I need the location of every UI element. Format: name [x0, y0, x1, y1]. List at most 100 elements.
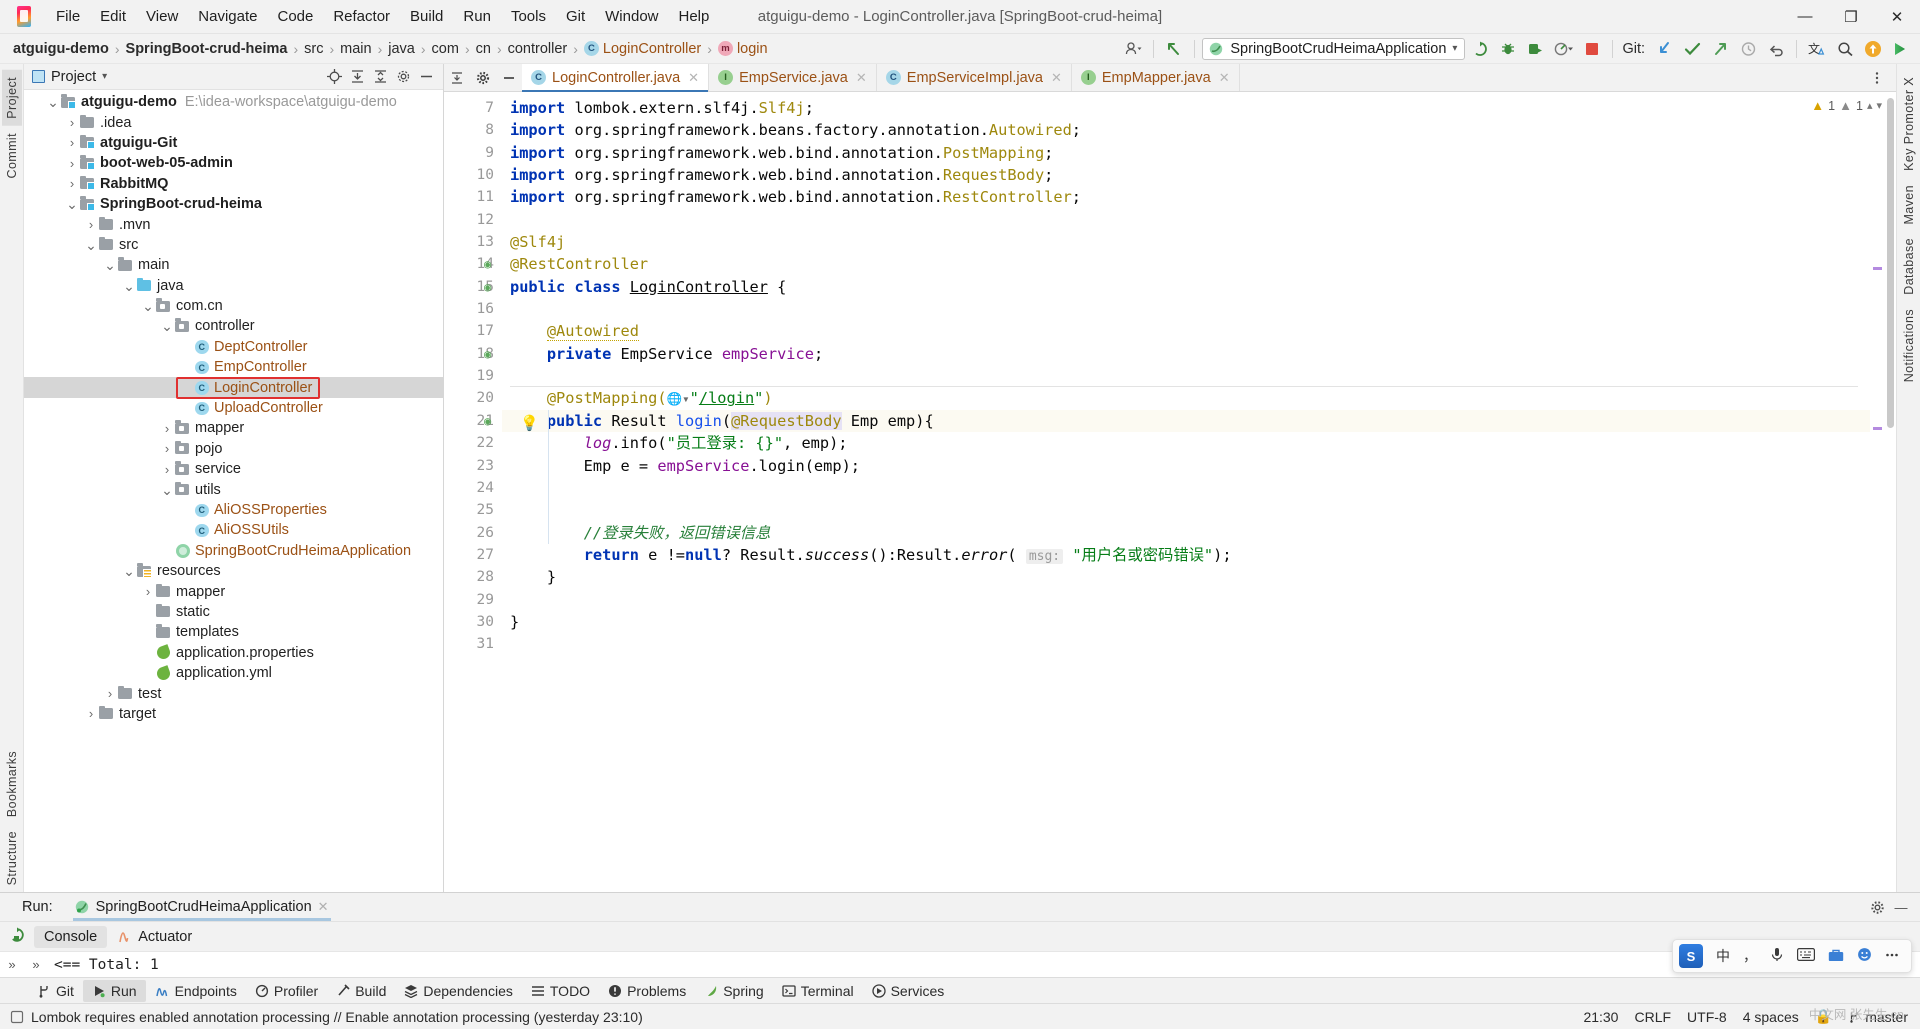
ime-mode-label[interactable]: 中: [1716, 946, 1730, 966]
tree-node-atguigu-git[interactable]: › atguigu-Git: [24, 133, 443, 153]
breadcrumb-controller[interactable]: controller: [505, 39, 571, 59]
tw-dependencies[interactable]: Dependencies: [395, 980, 522, 1002]
tree-expand-arrow[interactable]: ›: [103, 686, 117, 701]
breadcrumb-method[interactable]: m login: [715, 39, 771, 59]
code-line-25[interactable]: [502, 499, 1870, 521]
breadcrumb-src[interactable]: src: [301, 39, 326, 59]
tree-node-controller[interactable]: ⌄ controller: [24, 316, 443, 336]
menu-view[interactable]: View: [136, 4, 188, 29]
expand-chevron-icon-2[interactable]: »: [24, 957, 48, 972]
tree-expand-arrow[interactable]: ⌄: [103, 258, 117, 272]
rail-tab-notifications[interactable]: Notifications: [1899, 302, 1919, 389]
settings-gear-icon[interactable]: [470, 64, 496, 91]
tree-node-aliossproperties[interactable]: C AliOSSProperties: [24, 500, 443, 520]
code-line-9[interactable]: import org.springframework.web.bind.anno…: [502, 142, 1870, 164]
gutter-line-26[interactable]: 26: [444, 522, 502, 544]
tree-node-deptcontroller[interactable]: C DeptController: [24, 337, 443, 357]
menu-bar[interactable]: File Edit View Navigate Code Refactor Bu…: [46, 4, 719, 29]
menu-run[interactable]: Run: [453, 4, 501, 29]
tw-spring[interactable]: Spring: [695, 980, 772, 1002]
tree-node-application-yml[interactable]: application.yml: [24, 663, 443, 683]
tree-node-src[interactable]: ⌄ src: [24, 235, 443, 255]
gutter-line-18[interactable]: 18 ◉: [444, 343, 502, 365]
hide-panel-icon[interactable]: —: [1890, 897, 1912, 917]
tree-node-pojo[interactable]: › pojo: [24, 439, 443, 459]
gutter-line-14[interactable]: 14 ◉: [444, 253, 502, 275]
collapse-all-icon[interactable]: [346, 67, 368, 87]
updates-icon[interactable]: [1860, 37, 1886, 61]
tree-node-java[interactable]: ⌄ java: [24, 276, 443, 296]
tree-node-logincontroller[interactable]: C LoginController: [24, 377, 443, 398]
menu-edit[interactable]: Edit: [90, 4, 136, 29]
gutter-line-16[interactable]: 16: [444, 298, 502, 320]
code-line-11[interactable]: import org.springframework.web.bind.anno…: [502, 186, 1870, 208]
gutter-line-30[interactable]: 30: [444, 611, 502, 633]
tw-terminal[interactable]: Terminal: [773, 980, 863, 1002]
code-line-20[interactable]: @PostMapping(🌐▾"/login"): [502, 387, 1870, 409]
editor-tab-empserviceimpl[interactable]: C EmpServiceImpl.java ✕: [876, 64, 1072, 91]
tree-node--mvn[interactable]: › .mvn: [24, 214, 443, 234]
inspection-widget[interactable]: ▲ 1 ▲ 1 ▴ ▾: [1811, 98, 1882, 113]
menu-build[interactable]: Build: [400, 4, 453, 29]
tab-console[interactable]: Console: [34, 925, 108, 948]
close-icon[interactable]: ✕: [1219, 70, 1230, 86]
code-line-12[interactable]: [502, 209, 1870, 231]
settings-icon[interactable]: [1866, 897, 1888, 917]
tree-expand-arrow[interactable]: ›: [160, 421, 174, 436]
profiler-icon[interactable]: [1551, 37, 1577, 61]
tw-run[interactable]: Run: [82, 979, 146, 1002]
console-output[interactable]: » » <== Total: 1: [0, 951, 1920, 977]
tw-profiler[interactable]: Profiler: [246, 980, 327, 1002]
tree-node-utils[interactable]: ⌄ utils: [24, 479, 443, 499]
code-line-17[interactable]: @Autowired: [502, 320, 1870, 342]
maximize-button[interactable]: ❐: [1828, 0, 1874, 34]
tree-node-target[interactable]: › target: [24, 704, 443, 724]
feature-trainer-icon[interactable]: [1888, 37, 1914, 61]
tree-node-templates[interactable]: templates: [24, 622, 443, 642]
editor-tabs[interactable]: C LoginController.java ✕ I EmpService.java ✕ C…: [522, 64, 1240, 92]
tree-node--idea[interactable]: › .idea: [24, 112, 443, 132]
search-icon[interactable]: [1832, 37, 1858, 61]
editor-tab-empmapper[interactable]: I EmpMapper.java ✕: [1071, 64, 1240, 91]
mic-icon[interactable]: [1770, 947, 1784, 965]
gutter-line-22[interactable]: 22: [444, 432, 502, 454]
rerun-icon[interactable]: [0, 927, 34, 946]
settings-icon[interactable]: [392, 67, 414, 87]
tree-node-resources[interactable]: ⌄ resources: [24, 561, 443, 581]
ime-floating-bar[interactable]: S 中 ，: [1672, 939, 1912, 973]
tree-node-rabbitmq[interactable]: › RabbitMQ: [24, 174, 443, 194]
gutter-line-9[interactable]: 9: [444, 142, 502, 164]
tree-expand-arrow[interactable]: ›: [65, 176, 79, 191]
breadcrumb-main[interactable]: main: [337, 39, 374, 59]
run-config-tab[interactable]: SpringBootCrudHeimaApplication ✕: [67, 896, 337, 921]
git-push-icon[interactable]: [1707, 37, 1733, 61]
gutter-line-27[interactable]: 27: [444, 544, 502, 566]
rail-tab-structure[interactable]: Structure: [2, 824, 22, 892]
breadcrumb-cn[interactable]: cn: [473, 39, 494, 59]
gutter-line-25[interactable]: 25: [444, 499, 502, 521]
code-line-23[interactable]: Emp e = empService.login(emp);: [502, 455, 1870, 477]
close-icon[interactable]: ✕: [1051, 70, 1062, 86]
code-line-26[interactable]: //登录失败，返回错误信息: [502, 522, 1870, 544]
code-line-14[interactable]: @RestController: [502, 253, 1870, 275]
minimize-button[interactable]: —: [1782, 0, 1828, 34]
tree-expand-arrow[interactable]: ›: [65, 135, 79, 150]
smile-icon[interactable]: [1857, 947, 1872, 965]
rollback-icon[interactable]: [1763, 37, 1789, 61]
code-line-21[interactable]: public Result login(@RequestBody Emp emp…: [502, 409, 1870, 433]
menu-window[interactable]: Window: [595, 4, 668, 29]
tree-expand-arrow[interactable]: ›: [160, 462, 174, 477]
breadcrumb-java[interactable]: java: [385, 39, 418, 59]
chevron-down-icon[interactable]: ▾: [1876, 99, 1882, 112]
stop-icon[interactable]: [1579, 37, 1605, 61]
gutter-line-15[interactable]: 15 ◉: [444, 276, 502, 298]
code-content[interactable]: import lombok.extern.slf4j.Slf4j; import …: [502, 92, 1870, 892]
collapse-editor-icon[interactable]: [444, 64, 470, 91]
code-line-22[interactable]: log.info("员工登录: {}", emp);: [502, 432, 1870, 454]
breadcrumb-project[interactable]: atguigu-demo: [10, 39, 112, 59]
editor-scrollbar[interactable]: [1884, 92, 1896, 892]
gutter-line-31[interactable]: 31: [444, 633, 502, 655]
tree-expand-arrow[interactable]: ⌄: [122, 279, 136, 293]
tree-expand-arrow[interactable]: ›: [160, 441, 174, 456]
tree-node-springbootcrudheimaapplication[interactable]: SpringBootCrudHeimaApplication: [24, 541, 443, 561]
